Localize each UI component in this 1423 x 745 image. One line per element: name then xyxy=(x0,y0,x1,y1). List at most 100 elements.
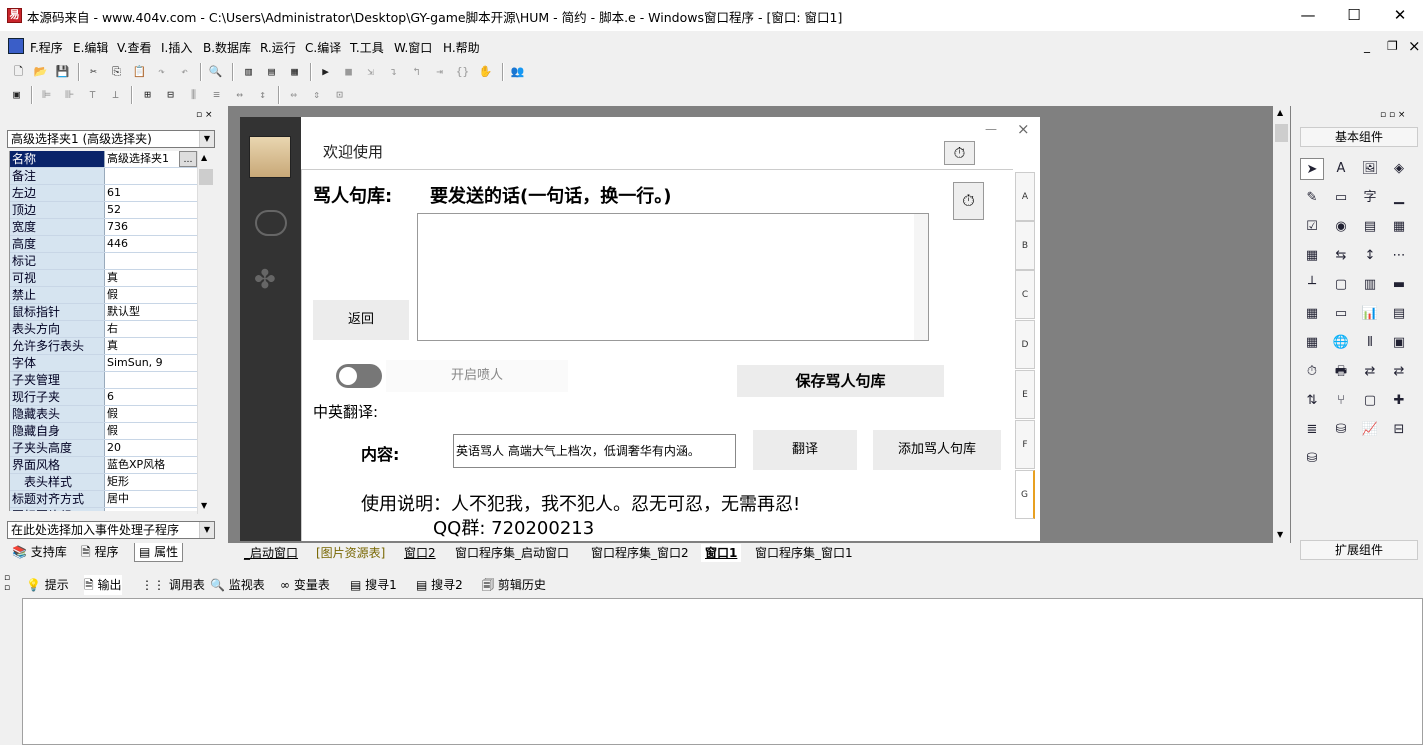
cut-icon[interactable]: ✂ xyxy=(85,64,102,80)
property-row[interactable]: 顶边 52 xyxy=(10,202,197,219)
label-icon[interactable]: A xyxy=(1329,158,1353,180)
chat-icon[interactable] xyxy=(255,210,287,236)
property-row[interactable]: 图标图片组 xyxy=(10,508,197,511)
property-value[interactable] xyxy=(105,372,197,388)
minimize-button[interactable]: — xyxy=(1285,0,1331,31)
align-right-icon[interactable]: ⊪ xyxy=(61,87,78,103)
hscroll-icon[interactable]: ⋯ xyxy=(1387,245,1411,267)
property-row[interactable]: 子夹管理 xyxy=(10,372,197,389)
side-tab-e[interactable]: E xyxy=(1015,370,1035,419)
menu-insert[interactable]: I.插入 xyxy=(161,39,192,56)
close-button[interactable]: ✕ xyxy=(1377,0,1423,31)
step-out-icon[interactable]: ↰ xyxy=(408,64,425,80)
property-row[interactable]: 表头方向右 xyxy=(10,321,197,338)
property-row[interactable]: 现行子夹 6 xyxy=(10,389,197,406)
space-vertical-icon[interactable]: ↕ xyxy=(254,87,271,103)
listbox-icon[interactable]: ▤ xyxy=(1358,216,1382,238)
side-tab-c[interactable]: C xyxy=(1015,270,1035,319)
chart-icon[interactable]: 📊 xyxy=(1358,303,1382,325)
property-row[interactable]: 宽度 736 xyxy=(10,219,197,236)
same-size-icon[interactable]: ⊡ xyxy=(331,87,348,103)
property-value[interactable]: 假 xyxy=(105,423,197,439)
property-value[interactable]: 高级选择夹1 xyxy=(105,151,179,167)
menu-edit[interactable]: E.编辑 xyxy=(73,39,108,56)
side-tab-f[interactable]: F xyxy=(1015,420,1035,469)
menu-database[interactable]: B.数据库 xyxy=(203,39,251,56)
chart2-icon[interactable]: 📈 xyxy=(1358,419,1382,441)
same-width-icon[interactable]: ⇔ xyxy=(285,87,302,103)
shape-icon[interactable]: ◈ xyxy=(1387,158,1411,180)
center-vertical-icon[interactable]: ⊟ xyxy=(162,87,179,103)
tab-variables[interactable]: ∞ 变量表 xyxy=(280,575,330,595)
property-row[interactable]: 子夹头高度 20 xyxy=(10,440,197,457)
property-value[interactable]: 假 xyxy=(105,287,197,303)
tab-program[interactable]: 🗎 程序 xyxy=(77,543,123,562)
scroll-down-icon[interactable]: ▼ xyxy=(1277,530,1283,539)
tab-call-stack[interactable]: ⋮⋮ 调用表 xyxy=(141,575,205,595)
flow-icon[interactable]: ⇅ xyxy=(1300,390,1324,412)
center-horizontal-icon[interactable]: ⊞ xyxy=(139,87,156,103)
property-value[interactable]: 默认型 xyxy=(105,304,197,320)
palette-icon[interactable]: ⫴ xyxy=(1358,332,1382,354)
property-value[interactable]: 矩形 xyxy=(105,474,197,490)
property-row[interactable]: 界面风格 蓝色XP风格 xyxy=(10,457,197,474)
doc-tab-image-resources[interactable]: [图片资源表] xyxy=(312,544,389,562)
undo-icon[interactable]: ↶ xyxy=(176,64,193,80)
pointer-icon[interactable]: ➤ xyxy=(1300,158,1324,180)
scroll-up-icon[interactable]: ▲ xyxy=(1277,108,1283,117)
property-value[interactable]: 真 xyxy=(105,338,197,354)
caption-icon[interactable]: ▭ xyxy=(1329,187,1353,209)
property-value[interactable]: 6 xyxy=(105,389,197,405)
scrollbar-thumb[interactable] xyxy=(199,169,213,185)
doc-tab-program-set-window1[interactable]: 窗口程序集_窗口1 xyxy=(751,544,857,562)
align-left-icon[interactable]: ⊫ xyxy=(38,87,55,103)
swap-icon[interactable]: ⇄ xyxy=(1358,361,1382,383)
property-row[interactable]: 高度 446 xyxy=(10,236,197,253)
menu-run[interactable]: R.运行 xyxy=(260,39,296,56)
doc-tab-start-window[interactable]: _启动窗口 xyxy=(240,544,302,562)
property-row[interactable]: 备注 xyxy=(10,168,197,185)
chevron-down-icon[interactable]: ▼ xyxy=(199,131,214,147)
content-input[interactable]: 英语骂人 高端大气上档次，低调奢华有内涵。 xyxy=(453,434,736,468)
form-minimize-button[interactable]: — xyxy=(985,122,997,136)
property-row[interactable]: 标题对齐方式 居中 xyxy=(10,491,197,508)
property-value[interactable]: 736 xyxy=(105,219,197,235)
menu-window[interactable]: W.窗口 xyxy=(394,39,432,56)
doc-tab-program-set-start[interactable]: 窗口程序集_启动窗口 xyxy=(451,544,573,562)
checkbox-icon[interactable]: ☑ xyxy=(1300,216,1324,238)
ruler-icon[interactable]: ┴ xyxy=(1300,274,1324,296)
back-button[interactable]: 返回 xyxy=(313,300,409,340)
slider-icon[interactable]: ⇆ xyxy=(1329,245,1353,267)
printer-icon[interactable]: 🖶 xyxy=(1329,361,1353,383)
menu-file[interactable]: F.程序 xyxy=(30,39,63,56)
mdi-minimize-button[interactable]: _ xyxy=(1364,39,1370,53)
layout-rows-icon[interactable]: ▤ xyxy=(263,64,280,80)
tab-search2[interactable]: ▤ 搜寻2 xyxy=(416,575,463,595)
spinner-icon[interactable]: ↕ xyxy=(1358,245,1382,267)
side-tab-a[interactable]: A xyxy=(1015,172,1035,221)
property-row[interactable]: 隐藏表头假 xyxy=(10,406,197,423)
tab-icon[interactable]: ▢ xyxy=(1329,274,1353,296)
property-value[interactable] xyxy=(105,168,197,184)
property-value[interactable]: 20 xyxy=(105,440,197,456)
odbc-icon[interactable]: ⊟ xyxy=(1387,419,1411,441)
property-value[interactable]: 右 xyxy=(105,321,197,337)
step-over-icon[interactable]: ↴ xyxy=(385,64,402,80)
distribute-vertical-icon[interactable]: ≡ xyxy=(208,87,225,103)
form-icon[interactable]: ▣ xyxy=(8,87,25,103)
output-area[interactable] xyxy=(22,598,1423,745)
property-row[interactable]: 禁止假 xyxy=(10,287,197,304)
mdi-close-button[interactable]: × xyxy=(1408,37,1421,55)
step-into-icon[interactable]: ⇲ xyxy=(362,64,379,80)
property-value[interactable]: 假 xyxy=(105,406,197,422)
property-value[interactable]: 61 xyxy=(105,185,197,201)
property-value[interactable] xyxy=(105,253,197,269)
menu-help[interactable]: H.帮助 xyxy=(443,39,480,56)
design-scrollbar[interactable]: ▲ ▼ xyxy=(1273,106,1290,543)
char-icon[interactable]: 字 xyxy=(1358,187,1382,209)
tab-properties[interactable]: ▤ 属性 xyxy=(134,543,184,562)
new-file-icon[interactable]: 🗋 xyxy=(10,64,27,80)
swap2-icon[interactable]: ⇄ xyxy=(1387,361,1411,383)
run-to-cursor-icon[interactable]: ⇥ xyxy=(431,64,448,80)
side-tab-g[interactable]: G xyxy=(1015,470,1035,519)
